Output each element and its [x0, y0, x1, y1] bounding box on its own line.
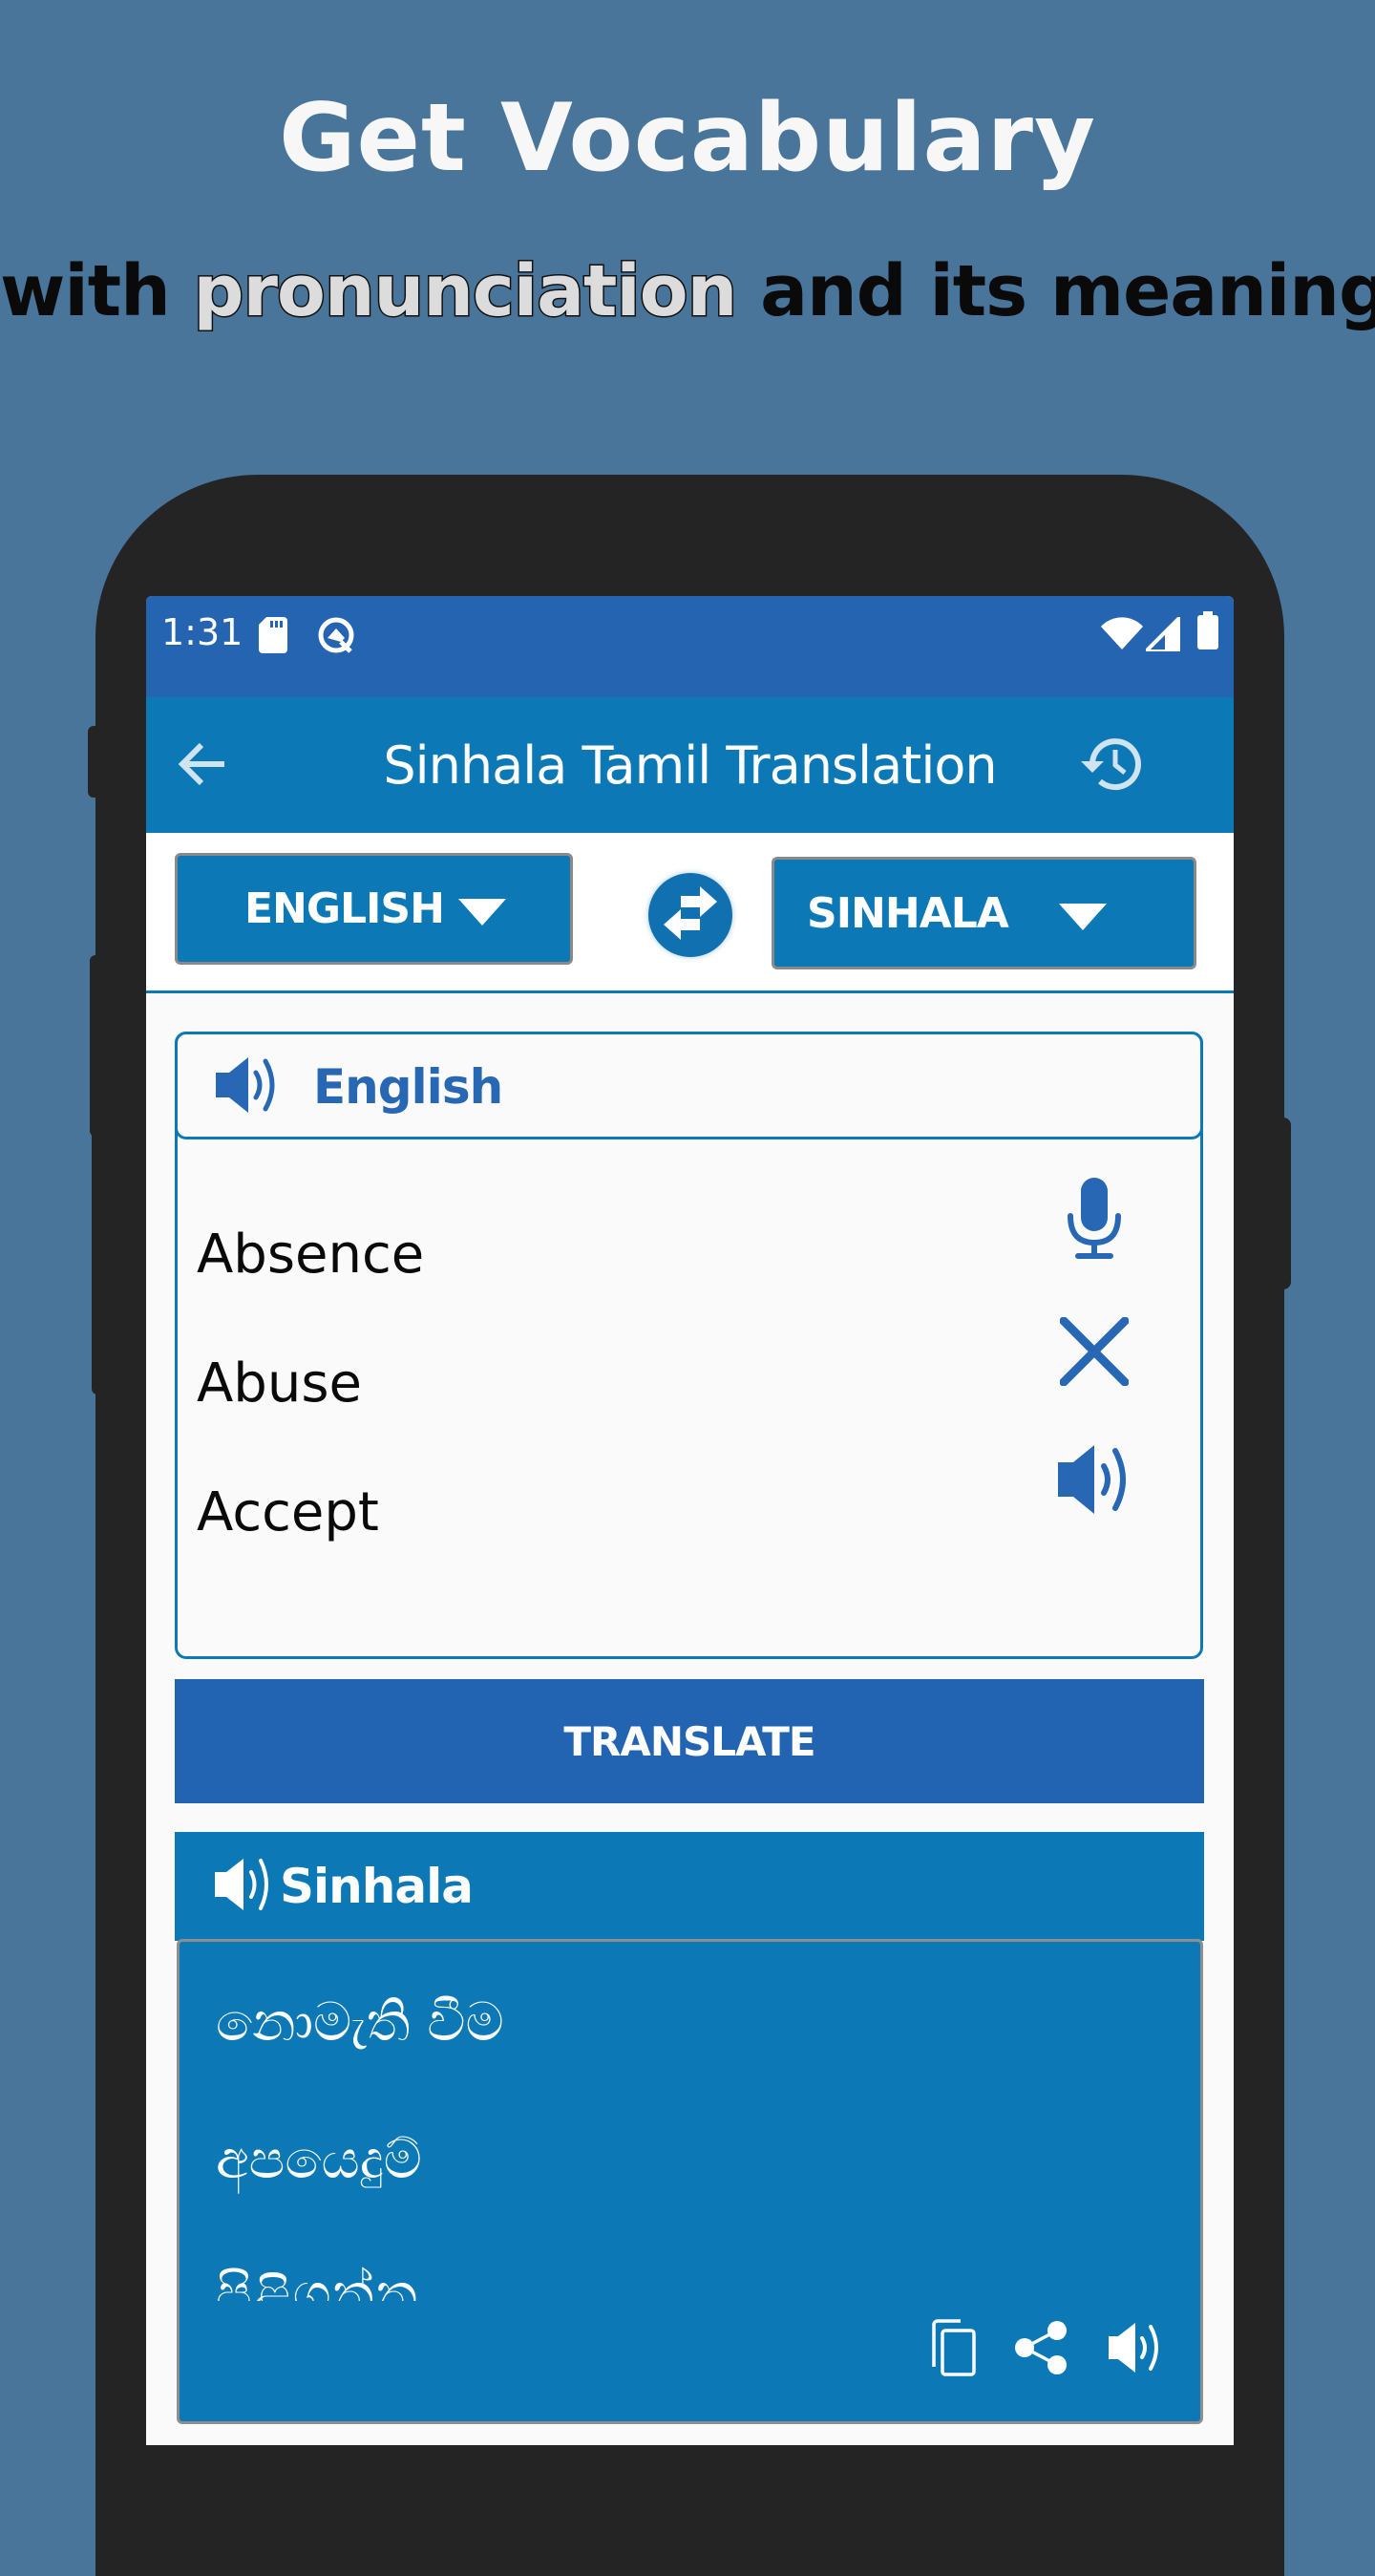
- input-word: Abuse: [197, 1352, 362, 1415]
- target-language-label: SINHALA: [807, 888, 1009, 938]
- history-icon: [1079, 731, 1146, 802]
- clear-input-button[interactable]: [1056, 1315, 1132, 1392]
- target-language-dropdown[interactable]: SINHALA: [772, 857, 1196, 969]
- promo-headline: Get Vocabulary: [279, 84, 1096, 193]
- output-text-area[interactable]: නොමැති වීම අපයෙදුම් පිළිගන්න: [216, 1942, 1075, 2301]
- source-language-label: ENGLISH: [244, 884, 445, 933]
- speaker-icon: [1056, 1441, 1132, 1522]
- clear-icon: [1059, 1316, 1130, 1391]
- speaker-icon[interactable]: [213, 1855, 274, 1919]
- output-word: අපයෙදුම්: [216, 2129, 422, 2191]
- share-button[interactable]: [1008, 2316, 1075, 2383]
- sd-card-icon: [259, 617, 287, 658]
- app-toolbar: Sinhala Tamil Translation: [146, 697, 1234, 833]
- chevron-down-icon: [458, 899, 506, 926]
- swap-arrows-icon: [662, 885, 719, 945]
- data-saver-icon: [316, 615, 356, 660]
- input-word: Accept: [197, 1481, 379, 1543]
- history-button[interactable]: [1072, 726, 1153, 806]
- promo-subline: with pronunciation and its meaning: [0, 249, 1375, 334]
- translate-button[interactable]: TRANSLATE: [175, 1679, 1204, 1803]
- input-panel: English Absence Abuse Accept: [175, 1032, 1203, 1659]
- subline-highlight: pronunciation: [192, 249, 739, 334]
- toolbar-title: Sinhala Tamil Translation: [383, 735, 997, 796]
- swap-languages-button[interactable]: [648, 873, 732, 957]
- input-panel-header: English: [175, 1032, 1203, 1139]
- input-language-label: English: [313, 1059, 503, 1115]
- source-language-dropdown[interactable]: ENGLISH: [175, 853, 573, 965]
- voice-input-button[interactable]: [1056, 1177, 1132, 1260]
- input-text-area[interactable]: Absence Abuse Accept: [178, 1139, 1056, 1655]
- speaker-icon: [1107, 2319, 1164, 2381]
- language-selector-row: ENGLISH SINHALA: [146, 833, 1234, 993]
- subline-part-2: and its meaning: [736, 250, 1375, 332]
- output-panel: නොමැති වීම අපයෙදුම් පිළිගන්න: [177, 1939, 1203, 2424]
- copy-icon: [930, 2318, 978, 2381]
- battery-icon: [1196, 611, 1219, 654]
- subline-part-1: with: [0, 250, 194, 332]
- speaker-icon[interactable]: [214, 1054, 281, 1121]
- output-word: නොමැති වීම: [216, 1991, 504, 2054]
- status-time: 1:31: [161, 611, 243, 653]
- output-language-label: Sinhala: [280, 1859, 474, 1914]
- chevron-down-icon: [1059, 904, 1107, 930]
- signal-icon: [1141, 612, 1182, 656]
- microphone-icon: [1065, 1177, 1124, 1267]
- input-word: Absence: [197, 1224, 425, 1286]
- wifi-icon: [1101, 615, 1143, 654]
- input-speak-button[interactable]: [1056, 1443, 1132, 1520]
- copy-button[interactable]: [920, 2316, 987, 2383]
- share-icon: [1013, 2319, 1070, 2381]
- output-word: පිළිගන්න: [216, 2263, 418, 2301]
- status-bar: 1:31: [146, 596, 1234, 697]
- output-speak-button[interactable]: [1102, 2316, 1169, 2383]
- phone-screen: 1:31 Sinhala Tamil Translation ENGLISH S…: [146, 596, 1234, 2445]
- output-panel-header: Sinhala: [175, 1832, 1204, 1941]
